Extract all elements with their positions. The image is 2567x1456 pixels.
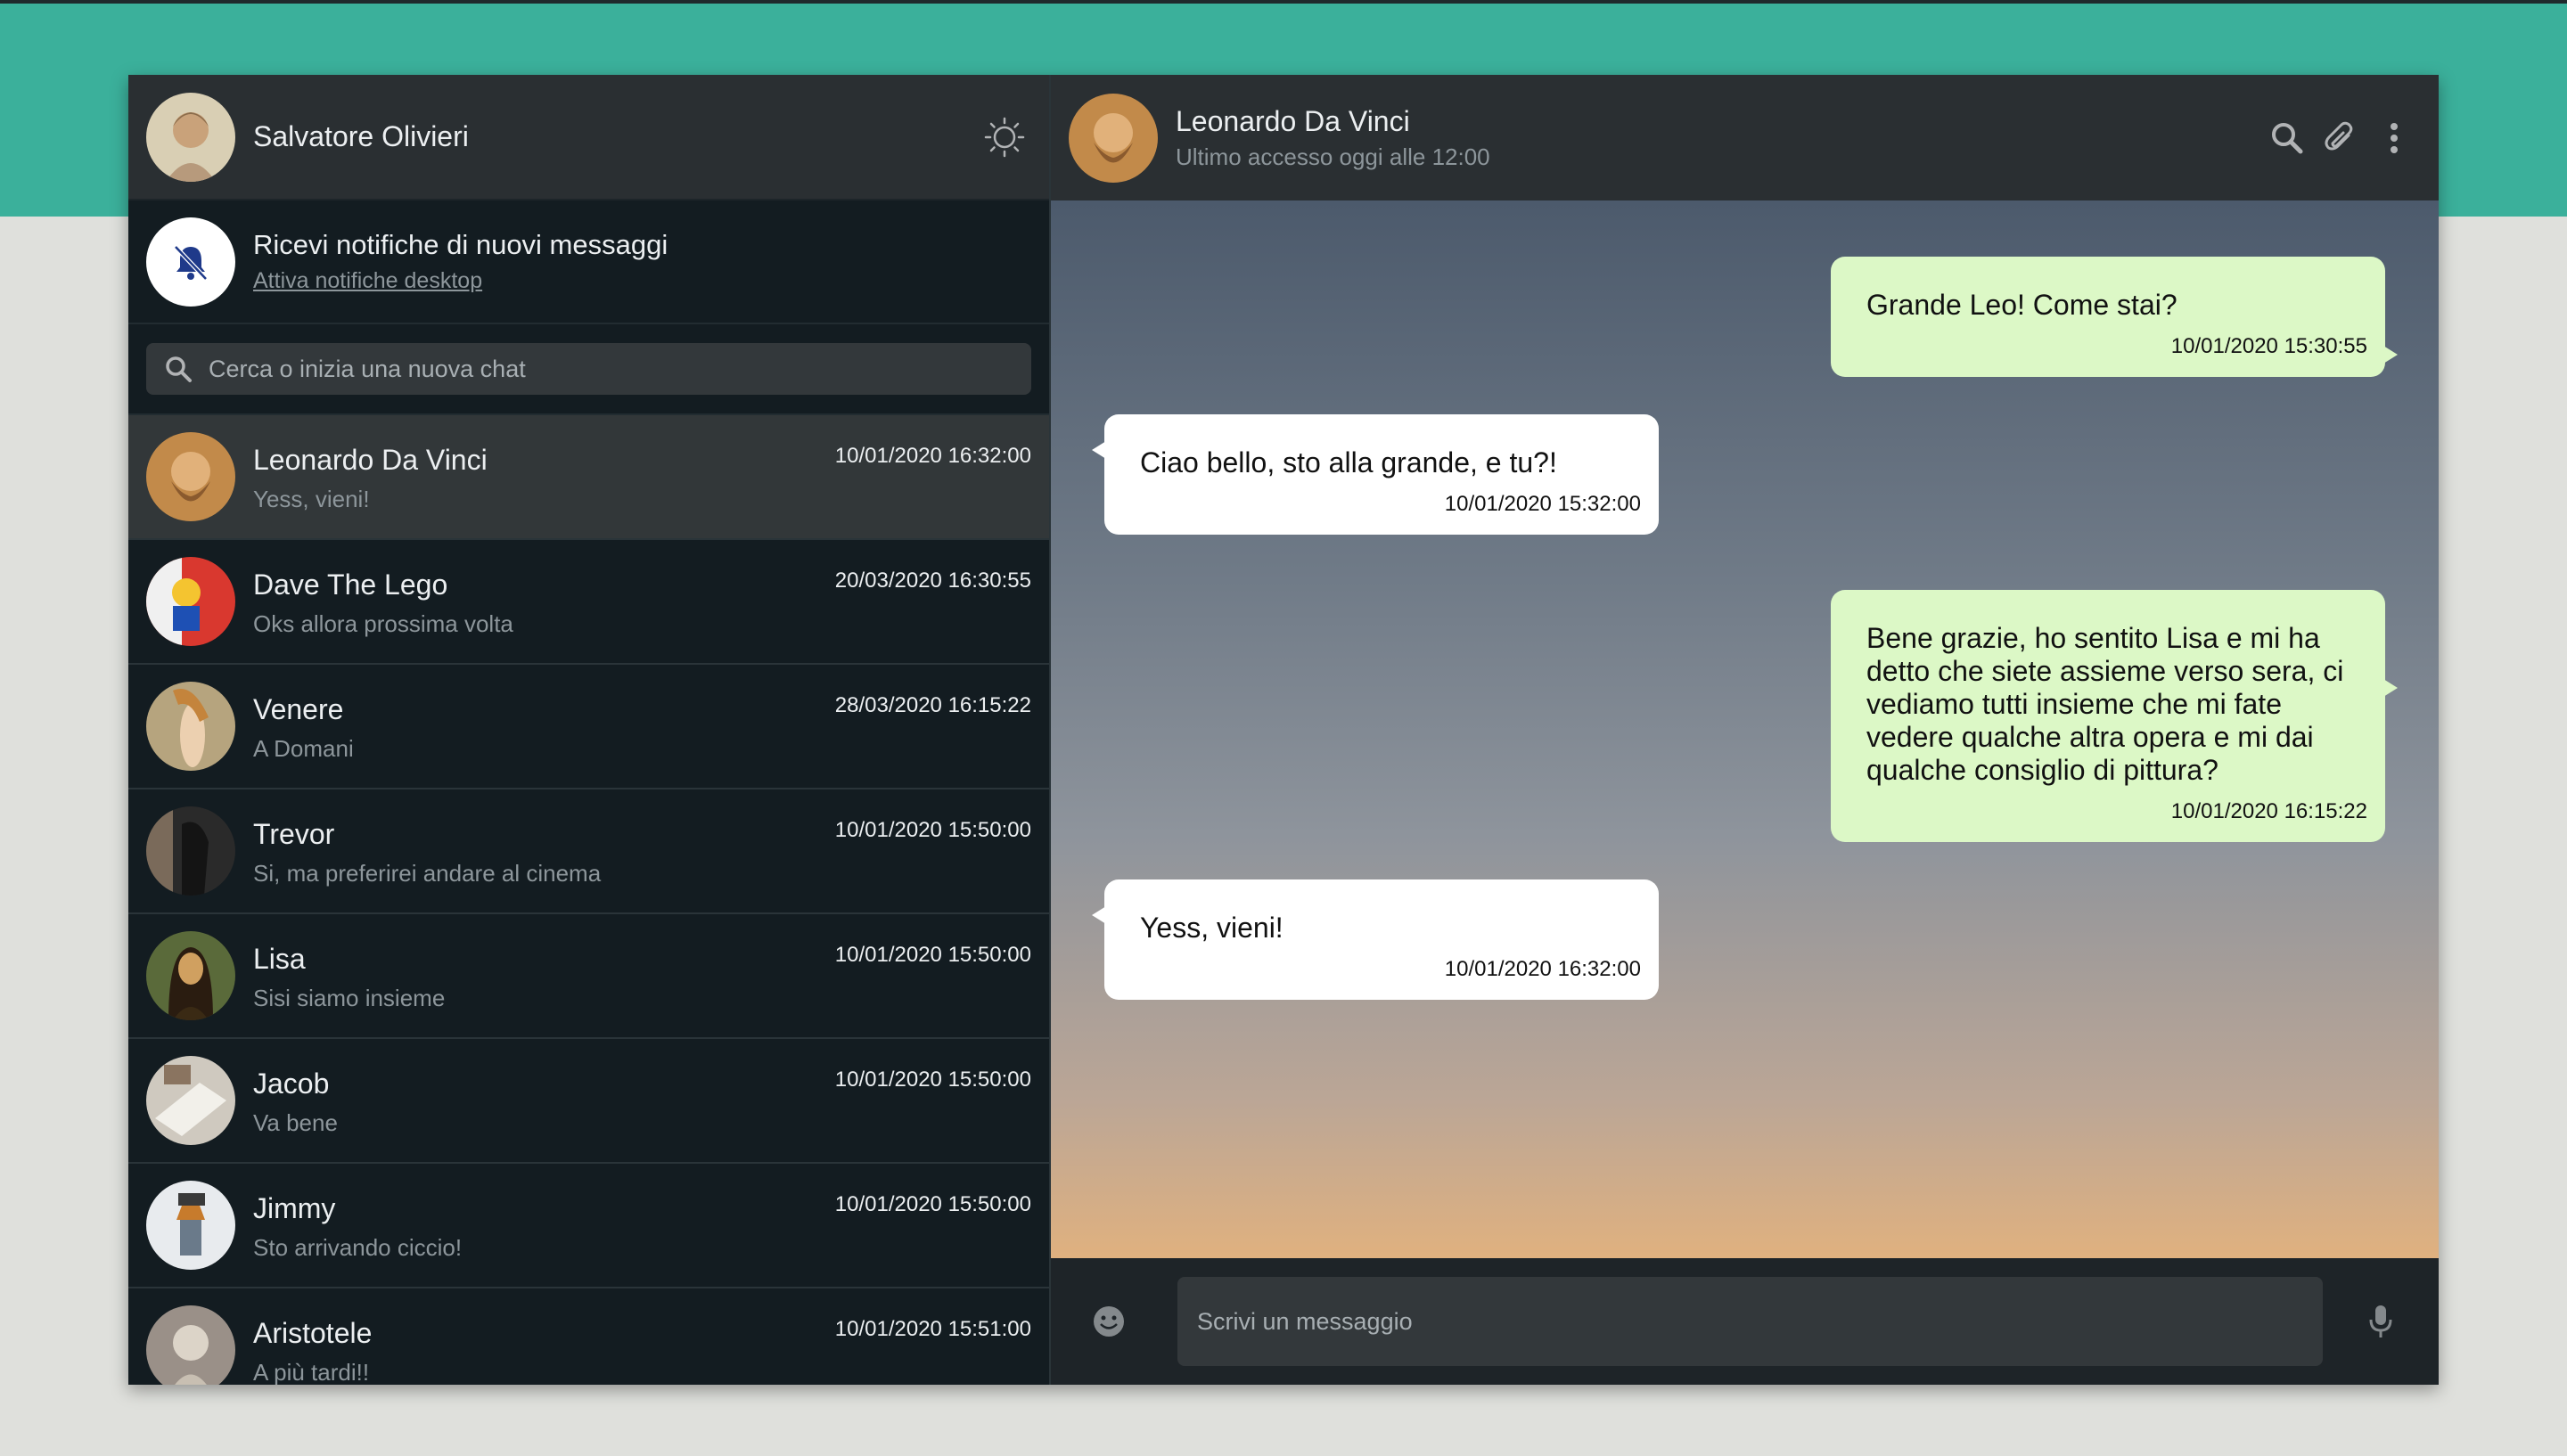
chat-item-jimmy[interactable]: Jimmy Sto arrivando ciccio! 10/01/2020 1… xyxy=(128,1164,1049,1288)
user-name: Salvatore Olivieri xyxy=(253,120,469,152)
sidebar: Salvatore Olivieri Ricevi notifiche di n… xyxy=(128,75,1051,1385)
chat-info: Leonardo Da Vinci Yess, vieni! xyxy=(253,415,1031,538)
message-bubble-received: Yess, vieni! 10/01/2020 16:32:00 xyxy=(1092,879,1659,1000)
avatar xyxy=(146,1305,235,1385)
chat-item-dave[interactable]: Dave The Lego Oks allora prossima volta … xyxy=(128,540,1049,665)
chat-item-venere[interactable]: Venere A Domani 28/03/2020 16:15:22 xyxy=(128,665,1049,789)
avatar xyxy=(146,682,235,771)
avatar xyxy=(146,931,235,1020)
emoji-icon xyxy=(1094,1306,1124,1337)
chat-timestamp: 10/01/2020 15:50:00 xyxy=(834,943,1031,967)
message-bubble-sent: Grande Leo! Come stai? 10/01/2020 15:30:… xyxy=(1831,257,2398,377)
theme-toggle-button[interactable] xyxy=(978,110,1031,164)
chat-item-leonardo[interactable]: Leonardo Da Vinci Yess, vieni! 10/01/202… xyxy=(128,415,1049,540)
chat-info: Lisa Sisi siamo insieme xyxy=(253,914,1031,1037)
message-timestamp: 10/01/2020 16:15:22 xyxy=(2170,799,2367,823)
compose-bar xyxy=(1051,1258,2439,1385)
chat-item-lisa[interactable]: Lisa Sisi siamo insieme 10/01/2020 15:50… xyxy=(128,914,1049,1039)
chat-list: Leonardo Da Vinci Yess, vieni! 10/01/202… xyxy=(128,415,1049,1385)
enable-desktop-notifications-link[interactable]: Attiva notifiche desktop xyxy=(253,268,482,294)
message-text: Grande Leo! Come stai? xyxy=(1866,289,2177,321)
conversation-header: Leonardo Da Vinci Ultimo accesso oggi al… xyxy=(1051,75,2439,200)
message-timestamp: 10/01/2020 15:32:00 xyxy=(1444,492,1641,516)
search-icon xyxy=(166,356,192,382)
notification-banner: Ricevi notifiche di nuovi messaggi Attiv… xyxy=(128,200,1049,324)
chat-last-message: A Domani xyxy=(253,735,354,762)
chat-app-window: Salvatore Olivieri Ricevi notifiche di n… xyxy=(128,75,2439,1385)
contact-avatar[interactable] xyxy=(1069,93,1158,183)
message-timestamp: 10/01/2020 15:30:55 xyxy=(2170,334,2367,358)
avatar xyxy=(146,1181,235,1270)
chat-timestamp: 10/01/2020 15:51:00 xyxy=(834,1317,1031,1341)
microphone-button[interactable] xyxy=(2358,1299,2403,1344)
chat-last-message: Va bene xyxy=(253,1109,338,1136)
message-bubble-received: Ciao bello, sto alla grande, e tu?! 10/0… xyxy=(1092,414,1659,535)
chat-timestamp: 10/01/2020 15:50:00 xyxy=(834,1192,1031,1216)
chat-item-trevor[interactable]: Trevor Si, ma preferirei andare al cinem… xyxy=(128,789,1049,914)
notification-bell-badge[interactable] xyxy=(146,217,235,307)
vertical-dots-icon xyxy=(2391,122,2398,153)
chat-timestamp: 10/01/2020 16:32:00 xyxy=(834,444,1031,468)
chat-last-message: Yess, vieni! xyxy=(253,486,370,512)
chat-last-message: Oks allora prossima volta xyxy=(253,610,513,637)
chat-info: Jimmy Sto arrivando ciccio! xyxy=(253,1164,1031,1287)
chat-last-message: Sto arrivando ciccio! xyxy=(253,1234,463,1261)
sun-icon xyxy=(984,117,1025,157)
chat-timestamp: 10/01/2020 15:50:00 xyxy=(834,818,1031,842)
message-bubble-sent: Bene grazie, ho sentito Lisa e mi ha det… xyxy=(1831,590,2398,842)
paperclip-icon xyxy=(2325,121,2353,150)
chat-info: Dave The Lego Oks allora prossima volta xyxy=(253,540,1031,663)
chat-timestamp: 20/03/2020 16:30:55 xyxy=(834,568,1031,593)
notification-title: Ricevi notifiche di nuovi messaggi xyxy=(253,229,668,260)
bell-slash-icon xyxy=(174,244,208,281)
avatar xyxy=(146,806,235,896)
search-input[interactable] xyxy=(207,354,1013,384)
message-timestamp: 10/01/2020 16:32:00 xyxy=(1444,957,1641,981)
search-section xyxy=(128,324,1049,415)
message-text: Bene grazie, ho sentito Lisa e mi ha det… xyxy=(1866,622,2344,786)
search-icon xyxy=(2272,122,2303,153)
message-input[interactable] xyxy=(1177,1277,2323,1366)
chat-info: Venere A Domani xyxy=(253,665,1031,788)
chat-last-message: A più tardi!! xyxy=(253,1359,370,1385)
search-box xyxy=(146,343,1031,395)
contact-name: Leonardo Da Vinci xyxy=(1176,104,1410,137)
chat-info: Trevor Si, ma preferirei andare al cinem… xyxy=(253,789,1031,912)
message-area: Grande Leo! Come stai? 10/01/2020 15:30:… xyxy=(1051,200,2439,1258)
message-text: Yess, vieni! xyxy=(1140,912,1284,944)
emoji-button[interactable] xyxy=(1087,1299,1131,1344)
avatar xyxy=(146,557,235,646)
attach-button[interactable] xyxy=(2314,111,2367,165)
avatar xyxy=(146,432,235,521)
user-avatar[interactable] xyxy=(146,92,235,182)
contact-info[interactable]: Leonardo Da Vinci Ultimo accesso oggi al… xyxy=(1176,105,2260,171)
avatar xyxy=(146,1056,235,1145)
chat-item-aristotele[interactable]: Aristotele A più tardi!! 10/01/2020 15:5… xyxy=(128,1288,1049,1385)
chat-timestamp: 10/01/2020 15:50:00 xyxy=(834,1067,1031,1092)
chat-last-message: Sisi siamo insieme xyxy=(253,985,446,1011)
chat-item-jacob[interactable]: Jacob Va bene 10/01/2020 15:50:00 xyxy=(128,1039,1049,1164)
notification-text: Ricevi notifiche di nuovi messaggi Attiv… xyxy=(253,229,668,294)
chat-timestamp: 28/03/2020 16:15:22 xyxy=(834,693,1031,717)
menu-button[interactable] xyxy=(2367,111,2421,165)
message-text: Ciao bello, sto alla grande, e tu?! xyxy=(1140,446,1557,479)
conversation-panel: Leonardo Da Vinci Ultimo accesso oggi al… xyxy=(1051,75,2439,1385)
chat-info: Jacob Va bene xyxy=(253,1039,1031,1162)
microphone-icon xyxy=(2369,1305,2392,1337)
contact-last-seen: Ultimo accesso oggi alle 12:00 xyxy=(1176,143,1490,170)
search-messages-button[interactable] xyxy=(2260,111,2314,165)
chat-last-message: Si, ma preferirei andare al cinema xyxy=(253,860,602,887)
sidebar-header: Salvatore Olivieri xyxy=(128,75,1049,200)
